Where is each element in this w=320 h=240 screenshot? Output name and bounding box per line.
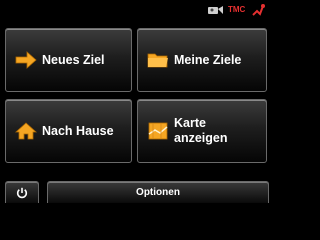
new-destination-label: Neues Ziel <box>42 52 105 67</box>
arrow-right-icon <box>15 51 37 69</box>
home-icon <box>15 122 37 140</box>
go-home-label: Nach Hause <box>42 123 114 138</box>
gps-receiver-icon <box>208 6 223 14</box>
options-label: Optionen <box>136 187 180 198</box>
power-button[interactable] <box>5 181 39 203</box>
my-destinations-button[interactable]: Meine Ziele <box>137 28 267 92</box>
new-destination-button[interactable]: Neues Ziel <box>5 28 132 92</box>
my-destinations-label: Meine Ziele <box>174 52 242 67</box>
options-button[interactable]: Optionen <box>47 181 269 203</box>
folder-icon <box>147 53 168 68</box>
satellite-signal-icon <box>252 4 265 16</box>
map-icon <box>148 122 168 140</box>
status-bar: TMC <box>0 0 271 22</box>
go-home-button[interactable]: Nach Hause <box>5 99 132 163</box>
power-icon <box>16 187 28 198</box>
show-map-label: Karte anzeigen <box>174 116 228 145</box>
show-map-button[interactable]: Karte anzeigen <box>137 99 267 163</box>
tmc-indicator: TMC <box>228 5 246 14</box>
